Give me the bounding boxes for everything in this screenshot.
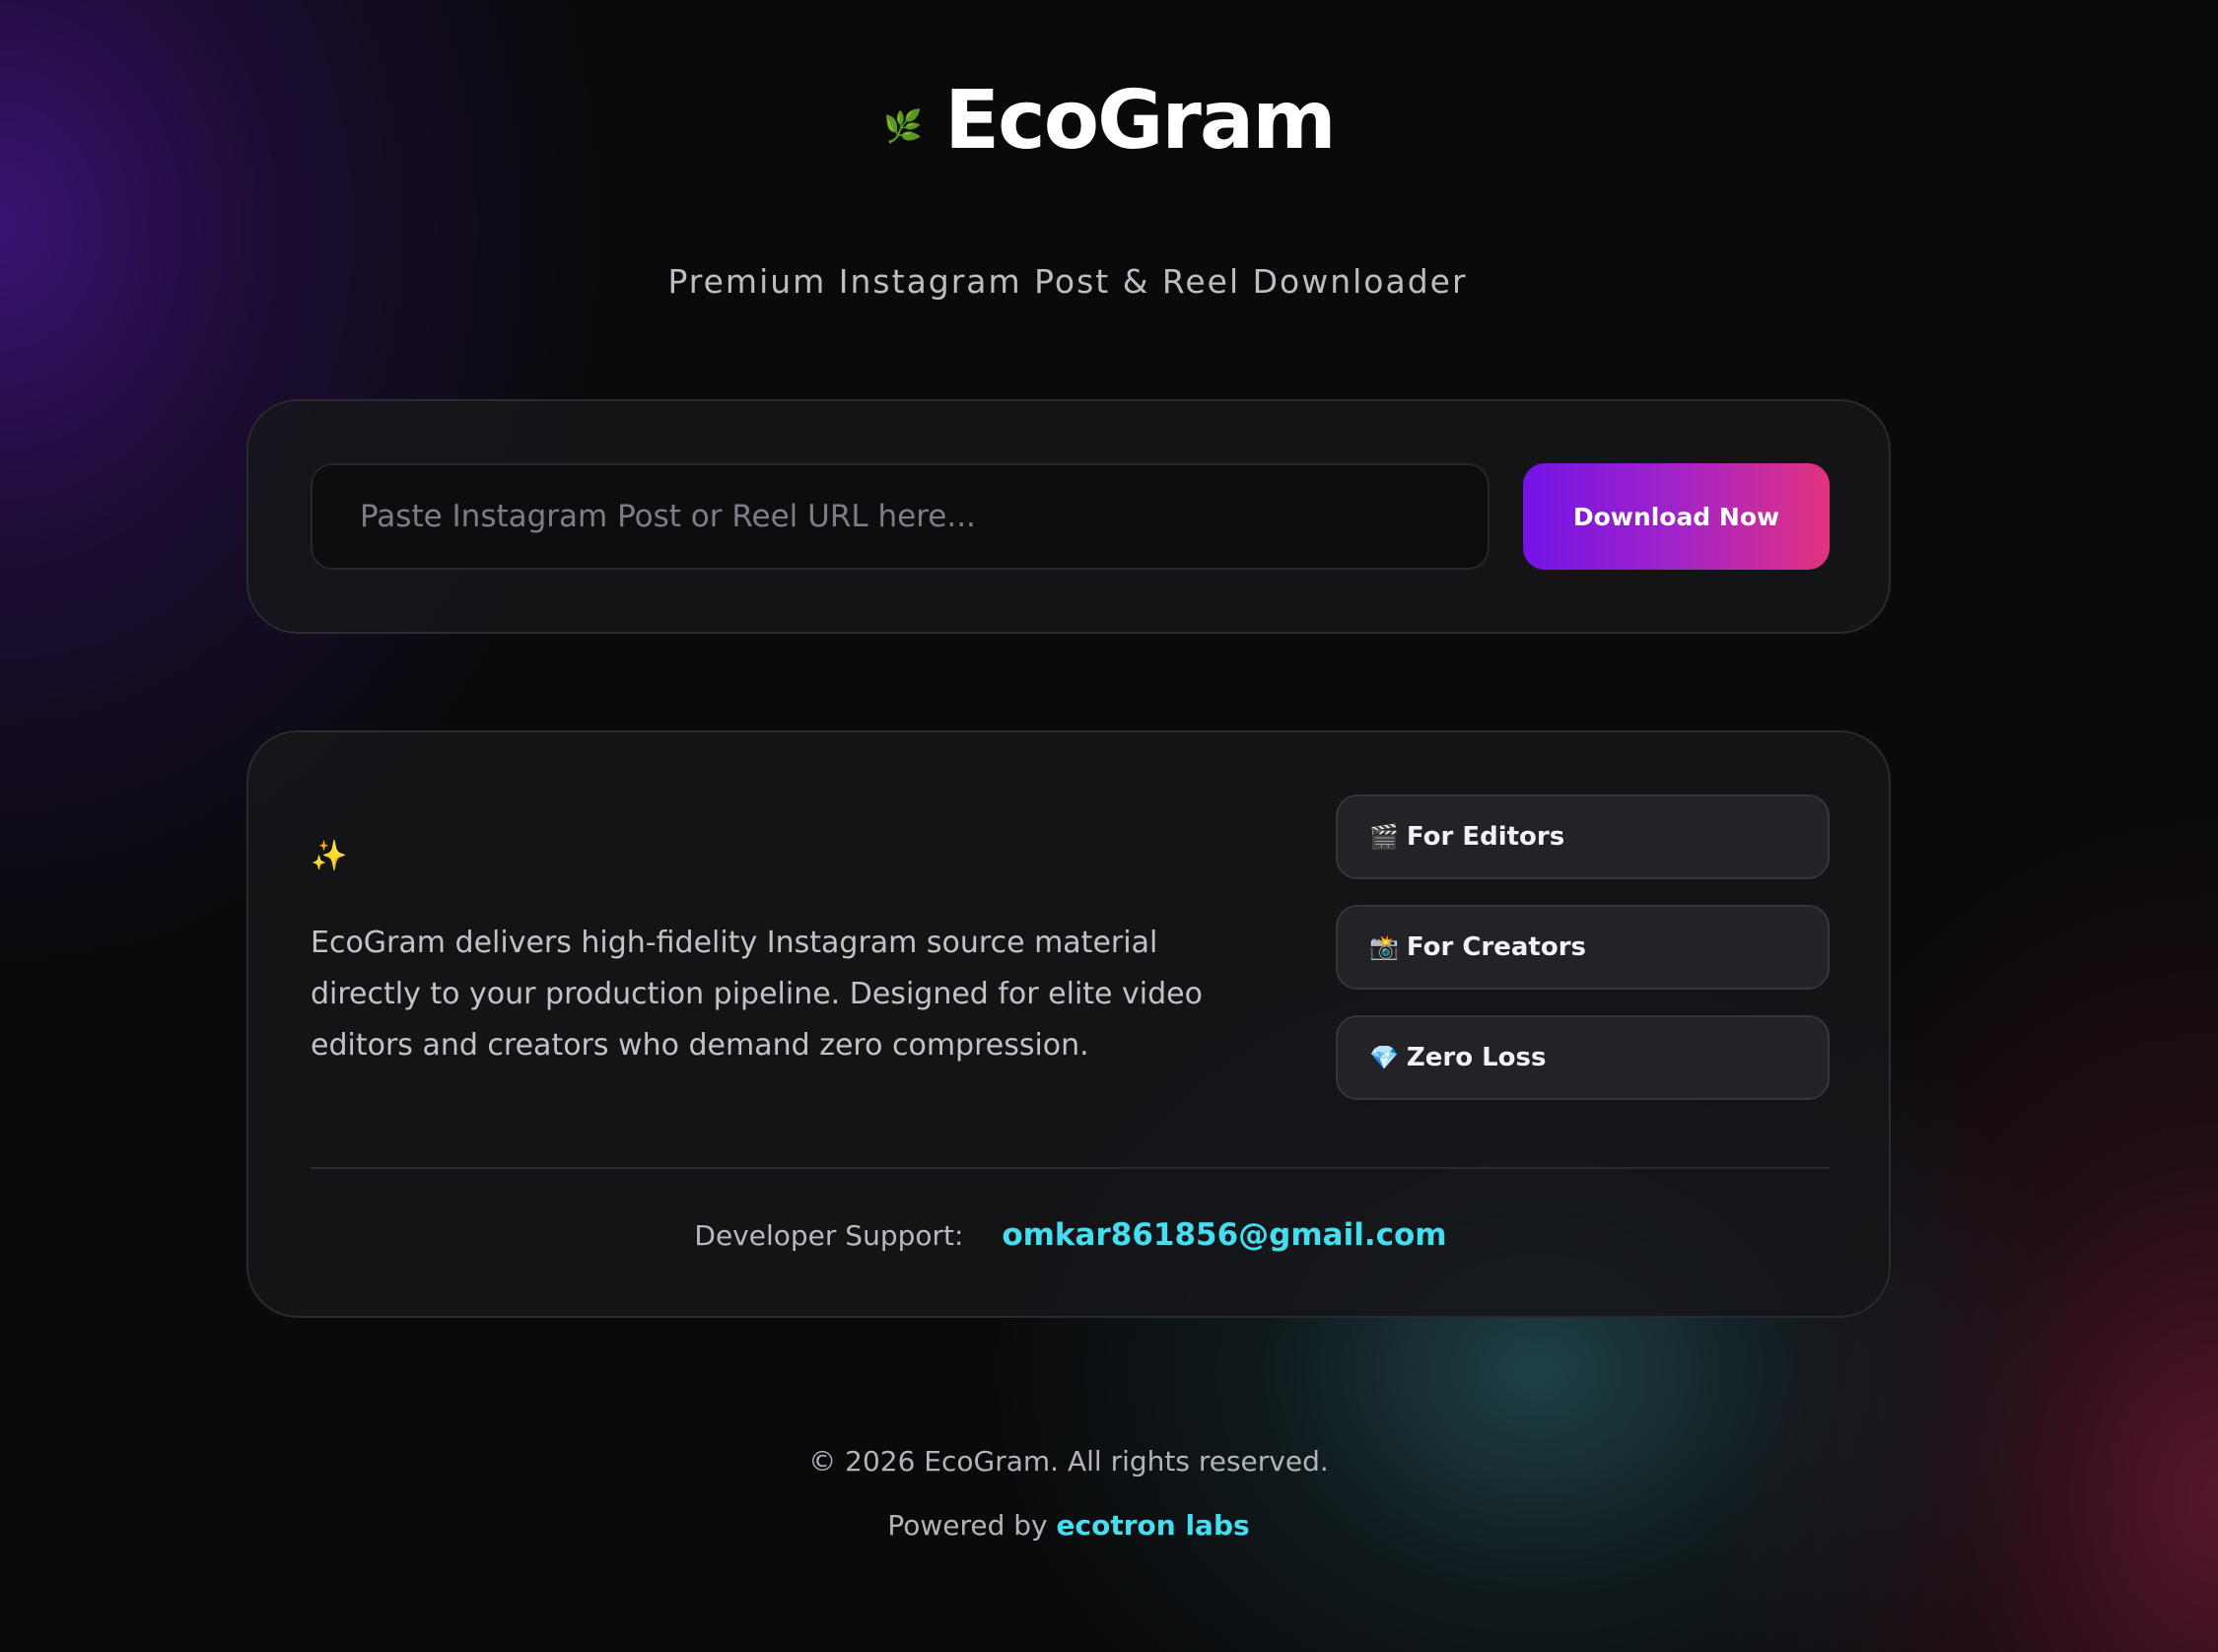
support-label: Developer Support: xyxy=(694,1219,964,1252)
feature-for-editors: 🎬 For Editors xyxy=(1336,794,1830,879)
download-card: Download Now xyxy=(246,399,1891,634)
brand-title: EcoGram xyxy=(944,74,1336,168)
feature-for-creators: 📸 For Creators xyxy=(1336,905,1830,990)
ecotron-labs-link[interactable]: ecotron labs xyxy=(1057,1509,1250,1542)
leaf-icon: 🌿 xyxy=(883,107,924,145)
clapperboard-icon: 🎬 xyxy=(1369,823,1399,851)
brand-header: 🌿 EcoGram xyxy=(0,81,2218,162)
feature-label: For Editors xyxy=(1406,822,1565,852)
info-card: ✨ EcoGram delivers high-fidelity Instagr… xyxy=(246,730,1891,1318)
footer-copyright: © 2026 EcoGram. All rights reserved. xyxy=(808,1445,1329,1478)
support-email-link[interactable]: omkar861856@gmail.com xyxy=(1002,1217,1446,1253)
developer-support: Developer Support: omkar861856@gmail.com xyxy=(248,1217,1893,1253)
divider xyxy=(311,1167,1830,1169)
camera-flash-icon: 📸 xyxy=(1369,933,1399,961)
footer-powered-by: Powered by ecotron labs xyxy=(0,1509,2137,1542)
page-subtitle: Premium Instagram Post & Reel Downloader xyxy=(667,262,1468,301)
gem-icon: 💎 xyxy=(1369,1044,1399,1071)
download-button[interactable]: Download Now xyxy=(1523,463,1830,570)
feature-label: For Creators xyxy=(1406,932,1587,962)
description-text: EcoGram delivers high-fidelity Instagram… xyxy=(311,926,1203,1063)
powered-by-label: Powered by xyxy=(887,1509,1057,1542)
feature-label: Zero Loss xyxy=(1406,1043,1547,1072)
url-input[interactable] xyxy=(311,463,1490,570)
sparkles-icon: ✨ xyxy=(311,839,348,873)
page: 🌿 EcoGram Premium Instagram Post & Reel … xyxy=(0,0,2218,1652)
feature-zero-loss: 💎 Zero Loss xyxy=(1336,1015,1830,1100)
feature-list: 🎬 For Editors 📸 For Creators 💎 Zero Loss xyxy=(1336,794,1830,1126)
